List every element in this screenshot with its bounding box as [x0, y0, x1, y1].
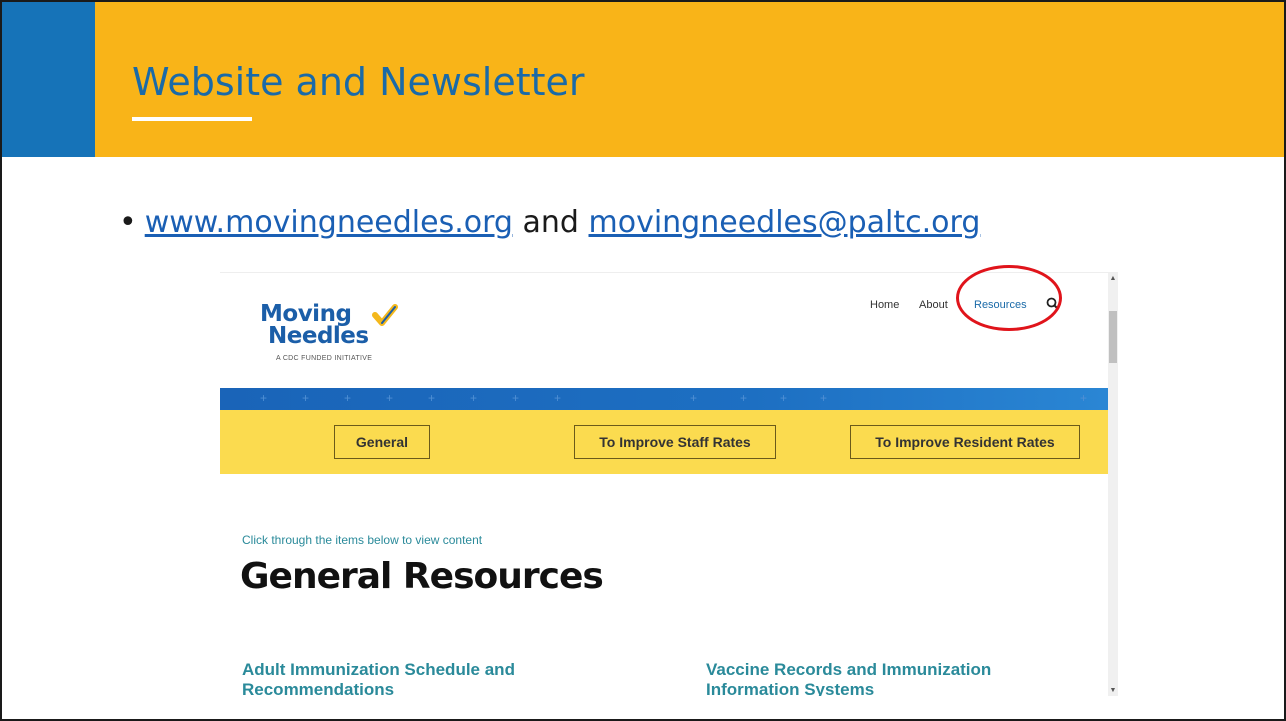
- logo-word-needles: Needles: [268, 323, 369, 349]
- website-screenshot: Moving Needles A CDC FUNDED INITIATIVE H…: [220, 272, 1118, 696]
- bullet-item: • www.movingneedles.org and movingneedles…: [119, 205, 980, 240]
- website-link[interactable]: www.movingneedles.org: [145, 205, 513, 240]
- decorative-blue-band: + + + + + + + + + + + + +: [220, 388, 1108, 410]
- resource-category-bar: General To Improve Staff Rates To Improv…: [220, 410, 1108, 474]
- slide-title: Website and Newsletter: [132, 60, 585, 104]
- check-mark-icon: [372, 304, 398, 326]
- plus-decoration: +: [386, 391, 394, 405]
- plus-decoration: +: [302, 391, 310, 405]
- plus-decoration: +: [554, 391, 562, 405]
- tab-resident-rates[interactable]: To Improve Resident Rates: [850, 425, 1080, 459]
- resource-link-immunization-schedule[interactable]: Adult Immunization Schedule and Recommen…: [242, 660, 562, 696]
- title-underline: [132, 117, 252, 121]
- highlight-circle: [956, 265, 1062, 331]
- nav-item-home[interactable]: Home: [870, 299, 899, 311]
- slide: Website and Newsletter • www.movingneedle…: [0, 0, 1286, 721]
- title-banner: Website and Newsletter: [2, 2, 1284, 157]
- intro-text: Click through the items below to view co…: [242, 533, 483, 547]
- nav-item-about[interactable]: About: [919, 299, 948, 311]
- bullet-dot: •: [119, 205, 137, 240]
- tab-general[interactable]: General: [334, 425, 430, 459]
- plus-decoration: +: [780, 391, 788, 405]
- plus-decoration: +: [740, 391, 748, 405]
- scrollbar[interactable]: ▲ ▼: [1108, 273, 1118, 696]
- plus-decoration: +: [512, 391, 520, 405]
- site-logo[interactable]: Moving Needles A CDC FUNDED INITIATIVE: [260, 303, 400, 373]
- plus-decoration: +: [690, 391, 698, 405]
- logo-tagline: A CDC FUNDED INITIATIVE: [276, 355, 373, 362]
- bullet-connector: and: [522, 205, 579, 240]
- tab-staff-rates[interactable]: To Improve Staff Rates: [574, 425, 776, 459]
- plus-decoration: +: [470, 391, 478, 405]
- email-link[interactable]: movingneedles@paltc.org: [589, 205, 981, 240]
- page-heading: General Resources: [240, 556, 604, 597]
- plus-decoration: +: [820, 391, 828, 405]
- scroll-down-arrow-icon[interactable]: ▼: [1108, 687, 1118, 695]
- scroll-up-arrow-icon[interactable]: ▲: [1108, 275, 1118, 283]
- plus-decoration: +: [260, 391, 268, 405]
- plus-decoration: +: [344, 391, 352, 405]
- plus-decoration: +: [428, 391, 436, 405]
- resource-link-vaccine-records[interactable]: Vaccine Records and Immunization Informa…: [706, 660, 1026, 696]
- scroll-thumb[interactable]: [1109, 311, 1117, 363]
- plus-decoration: +: [1080, 391, 1088, 405]
- banner-accent: [2, 2, 95, 157]
